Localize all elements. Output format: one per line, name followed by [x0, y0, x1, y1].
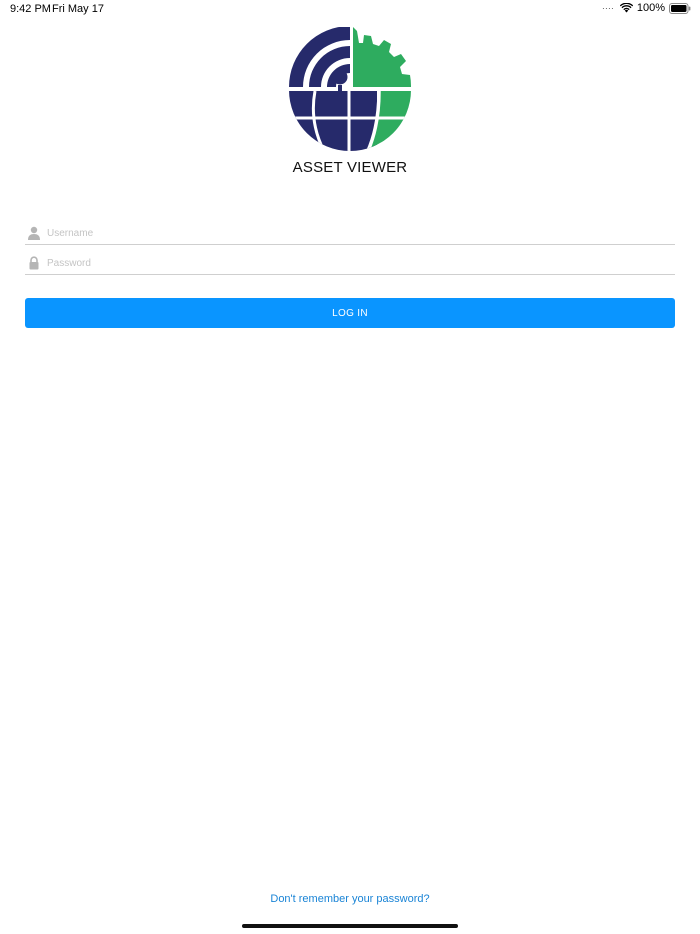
status-date: Fri May 17	[52, 3, 104, 15]
status-time: 9:42 PM	[10, 3, 51, 15]
password-input[interactable]	[47, 254, 667, 272]
app-logo	[287, 27, 413, 153]
status-indicators: ···· 100%	[602, 2, 691, 14]
username-field[interactable]	[25, 224, 675, 245]
battery-icon	[669, 2, 691, 14]
battery-percentage: 100%	[636, 2, 665, 14]
lock-icon	[29, 256, 39, 270]
password-field[interactable]	[25, 254, 675, 275]
status-bar: 9:42 PM Fri May 17 ···· 100%	[0, 0, 700, 18]
wifi-icon	[619, 3, 633, 13]
home-indicator[interactable]	[242, 924, 458, 928]
forgot-password-link[interactable]: Don't remember your password?	[0, 893, 700, 905]
globe-gear-logo	[289, 27, 412, 151]
signal-dots-icon: ····	[601, 3, 614, 13]
user-icon	[28, 226, 40, 240]
app-title: ASSET VIEWER	[292, 159, 408, 176]
login-button[interactable]: LOG IN	[25, 298, 675, 328]
username-input[interactable]	[47, 224, 667, 242]
